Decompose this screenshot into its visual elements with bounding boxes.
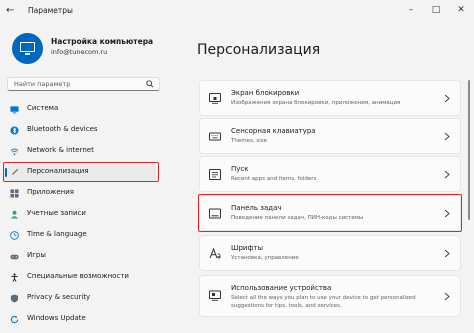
maximize-button[interactable]: □ <box>429 3 443 17</box>
card-subtitle: Установка, управление <box>231 255 299 261</box>
sidebar-item-label: Специальные возможности <box>27 272 129 280</box>
start-menu-icon <box>209 169 221 180</box>
page-title: Персонализация <box>197 42 321 58</box>
card-subtitle: Themes, size <box>231 138 267 144</box>
sidebar-item-apps[interactable]: Приложения <box>4 184 156 202</box>
bluetooth-icon <box>10 126 19 135</box>
accounts-icon <box>10 210 19 219</box>
chevron-right-icon <box>444 249 450 258</box>
card-subtitle-line2: suggestions for tips, tools, and service… <box>231 303 342 309</box>
card-device-usage[interactable]: Использование устройства Select all the … <box>199 275 461 317</box>
profile-email: info@tunecom.ru <box>51 48 108 56</box>
card-subtitle: Изображения экрана блокировки, приложени… <box>231 100 401 106</box>
card-title: Использование устройства <box>231 284 332 292</box>
chevron-right-icon <box>444 170 450 179</box>
card-subtitle: Recent apps and items, folders <box>231 176 317 182</box>
chevron-right-icon <box>444 132 450 141</box>
apps-icon <box>10 189 19 198</box>
card-title: Сенсорная клавиатура <box>231 127 316 135</box>
chevron-right-icon <box>444 292 450 301</box>
sidebar-item-label: Windows Update <box>27 314 86 322</box>
keyboard-icon <box>209 132 221 141</box>
chevron-right-icon <box>444 94 450 103</box>
sidebar-item-label: Privacy & security <box>27 293 91 301</box>
accessibility-icon <box>11 273 18 282</box>
gaming-icon <box>10 254 19 260</box>
back-arrow-icon[interactable]: ← <box>6 5 18 17</box>
minimize-button[interactable]: – <box>404 3 418 17</box>
card-touch-keyboard[interactable]: Сенсорная клавиатура Themes, size <box>199 118 461 154</box>
highlight-box-personalization <box>3 162 159 182</box>
system-icon <box>10 106 19 114</box>
sidebar-item-label: Игры <box>27 251 46 259</box>
shield-icon <box>10 294 19 303</box>
network-icon <box>10 148 19 156</box>
device-usage-icon <box>209 290 221 301</box>
highlight-box-taskbar <box>198 194 462 232</box>
card-title: Шрифты <box>231 244 264 252</box>
search-icon <box>146 80 154 88</box>
monitor-icon <box>20 42 35 52</box>
search-placeholder: Найти параметр <box>14 80 71 88</box>
scrollbar[interactable] <box>468 80 470 220</box>
sidebar-item-windows-update[interactable]: Windows Update <box>4 310 156 328</box>
sidebar-item-accessibility[interactable]: Специальные возможности <box>4 268 156 286</box>
sidebar-item-bluetooth[interactable]: Bluetooth & devices <box>4 121 156 139</box>
sidebar-item-time-language[interactable]: Time & language <box>4 226 156 244</box>
card-title: Пуск <box>231 165 249 173</box>
sidebar-item-system[interactable]: Система <box>4 100 156 118</box>
update-icon <box>10 315 19 324</box>
profile-name: Настройка компьютера <box>51 37 154 46</box>
sidebar-item-label: Система <box>27 104 59 112</box>
sidebar-item-label: Bluetooth & devices <box>27 125 98 133</box>
sidebar-item-privacy[interactable]: Privacy & security <box>4 289 156 307</box>
sidebar-item-label: Приложения <box>27 188 74 196</box>
lock-screen-icon <box>209 93 221 104</box>
card-fonts[interactable]: Шрифты Установка, управление <box>199 235 461 271</box>
card-start[interactable]: Пуск Recent apps and items, folders <box>199 156 461 192</box>
avatar[interactable] <box>12 33 43 64</box>
sidebar-item-label: Network & internet <box>27 146 94 154</box>
sidebar-item-gaming[interactable]: Игры <box>4 247 156 265</box>
window-title: Параметры <box>28 6 73 15</box>
card-subtitle: Select all the ways you plan to use your… <box>231 295 416 301</box>
fonts-icon <box>209 248 221 259</box>
globe-clock-icon <box>10 231 19 240</box>
title-bar: ← Параметры – □ ✕ <box>0 0 474 22</box>
search-input[interactable]: Найти параметр <box>7 77 160 91</box>
sidebar-item-network[interactable]: Network & internet <box>4 142 156 160</box>
sidebar-item-accounts[interactable]: Учетные записи <box>4 205 156 223</box>
close-button[interactable]: ✕ <box>454 3 468 17</box>
card-lock-screen[interactable]: Экран блокировки Изображения экрана блок… <box>199 80 461 116</box>
sidebar-item-label: Учетные записи <box>27 209 86 217</box>
sidebar-item-label: Time & language <box>27 230 87 238</box>
card-title: Экран блокировки <box>231 89 300 97</box>
